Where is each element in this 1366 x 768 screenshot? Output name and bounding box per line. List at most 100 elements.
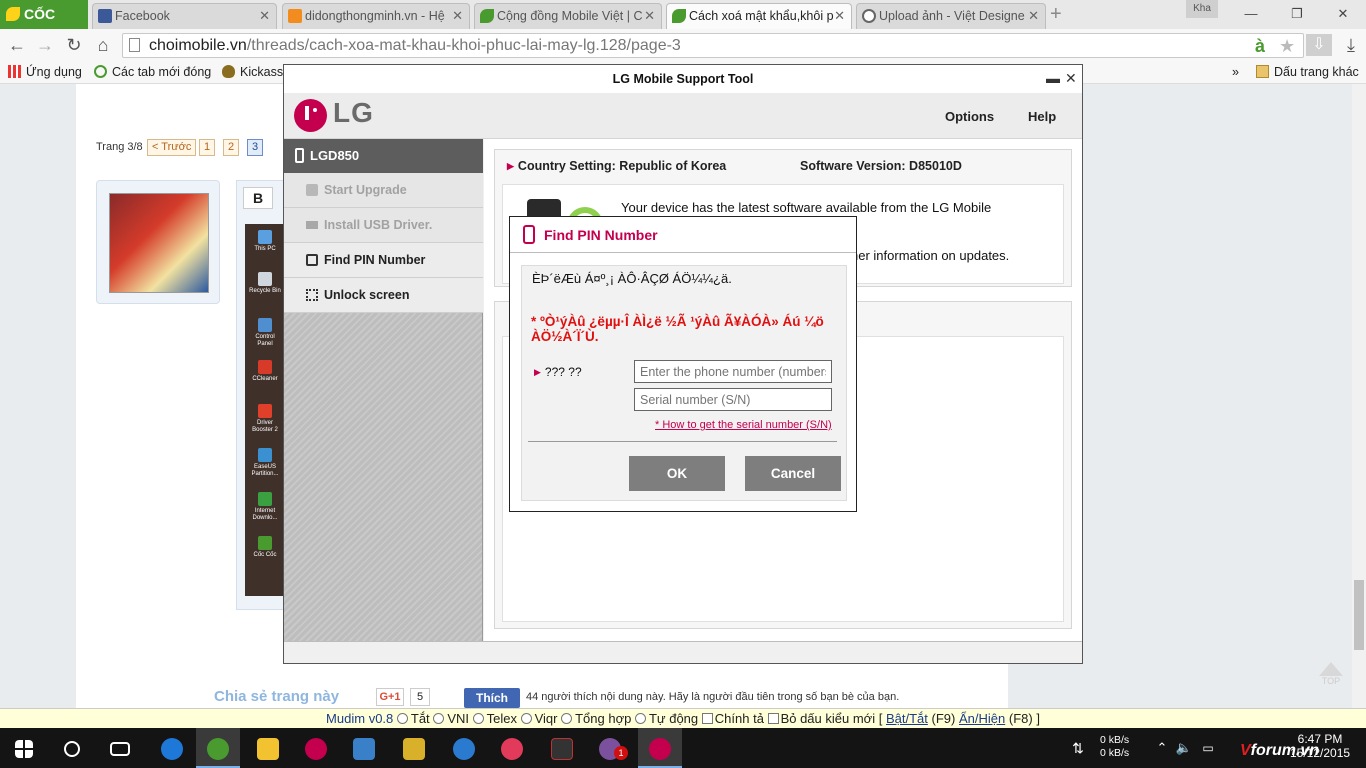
taskbar-app-blue[interactable] (442, 728, 486, 768)
sidebar-item-install-usb-driver[interactable]: Install USB Driver. (284, 208, 483, 243)
showhide-link[interactable]: Ẩn/Hiện (959, 711, 1005, 726)
taskbar-downloader[interactable] (342, 728, 386, 768)
home-button[interactable]: ⌂ (92, 34, 114, 56)
close-icon[interactable]: ✕ (834, 4, 845, 28)
mode-tong-hop[interactable]: Tổng hợp (561, 711, 631, 726)
facebook-icon (98, 9, 112, 23)
bold-button[interactable]: B (243, 187, 273, 209)
taskbar-itunes[interactable] (490, 728, 534, 768)
sidebar-item-start-upgrade[interactable]: Start Upgrade (284, 173, 483, 208)
pager-page-1[interactable]: 1 (199, 139, 216, 156)
mode-vni[interactable]: VNI (433, 711, 469, 726)
tab-active-choimobile[interactable]: Cách xoá mật khẩu,khôi p ✕ (666, 3, 852, 29)
page-scrollbar[interactable] (1352, 84, 1366, 708)
bookmark-recent-tabs[interactable]: Các tab mới đóng (94, 65, 211, 79)
close-icon[interactable]: ✕ (644, 4, 655, 28)
globe-icon (862, 9, 876, 23)
google-plus-button[interactable]: G+1 (376, 688, 404, 706)
recent-tabs-icon (94, 65, 107, 78)
bookmark-apps[interactable]: Ứng dụng (8, 65, 82, 79)
phone-number-input[interactable] (634, 360, 832, 383)
tab-upload-anh[interactable]: Upload ảnh - Việt Designe ✕ (856, 3, 1046, 29)
upgrade-icon (306, 184, 318, 196)
bookmarks-overflow[interactable]: » (1232, 65, 1239, 79)
keyboard-icon[interactable]: ▭ (1196, 728, 1220, 768)
coccoc-logo[interactable]: CỐC CỐC (0, 0, 88, 51)
reload-button[interactable]: ↻ (63, 34, 85, 56)
menu-help[interactable]: Help (1028, 109, 1056, 124)
share-bar: Chia sẻ trang này G+1 5 Thích 44 người t… (214, 686, 932, 708)
scrollbar-thumb[interactable] (1354, 580, 1364, 650)
mode-telex[interactable]: Telex (472, 711, 517, 726)
cortana-circle-icon (64, 741, 80, 758)
folder-icon (1256, 65, 1269, 78)
serial-number-input[interactable] (634, 388, 832, 411)
cancel-button[interactable]: Cancel (745, 456, 841, 491)
task-view-button[interactable] (98, 728, 142, 768)
volume-icon[interactable]: 🔈 (1172, 728, 1196, 768)
mode-tu-dong[interactable]: Tự động (634, 711, 698, 726)
close-icon[interactable]: ✕ (1028, 4, 1039, 28)
close-icon[interactable]: ✕ (259, 4, 270, 28)
mudim-input-bar: Mudim v0.8 Tắt VNI Telex Viqr Tổng hợp T… (0, 708, 1366, 728)
tray-up-down-icon[interactable]: ⇅ (1056, 728, 1100, 768)
star-icon[interactable]: ★ (1279, 36, 1295, 57)
new-tab-button[interactable]: + (1050, 3, 1062, 26)
menu-options[interactable]: Options (945, 109, 994, 124)
taskbar-viber[interactable]: 1 (588, 728, 632, 768)
close-window-button[interactable]: ✕ (1320, 0, 1366, 29)
taskbar-edge[interactable] (150, 728, 194, 768)
option-bo-dau[interactable]: Bỏ dấu kiểu mới (767, 711, 875, 726)
ok-button[interactable]: OK (629, 456, 725, 491)
sidebar-item-find-pin-number[interactable]: Find PIN Number (284, 243, 483, 278)
edge-icon (161, 738, 183, 761)
desktop-icon-idm: Internet Downlo... (249, 492, 281, 522)
option-chinh-ta[interactable]: Chính tả (701, 711, 764, 726)
bookmark-kickass[interactable]: Kickass (222, 65, 283, 79)
tab-didongthongminh[interactable]: didongthongminh.vn - Hệ ✕ (282, 3, 470, 29)
close-button[interactable]: ✕ (1065, 65, 1077, 93)
site-icon (288, 9, 302, 23)
back-button[interactable]: ← (6, 34, 28, 56)
taskbar-app-yellow[interactable] (392, 728, 436, 768)
pager-page-3[interactable]: 3 (247, 139, 264, 156)
scroll-to-top-button[interactable]: TOP (1316, 662, 1346, 696)
taskbar-app-dark[interactable] (540, 728, 584, 768)
taskbar-file-explorer[interactable] (246, 728, 290, 768)
desktop-icon-ccleaner: CCleaner (249, 360, 281, 383)
download-button[interactable]: ⇩ (1306, 34, 1332, 56)
close-icon[interactable]: ✕ (452, 4, 463, 28)
mode-viqr[interactable]: Viqr (520, 711, 557, 726)
sidebar-item-unlock-screen[interactable]: Unlock screen (284, 278, 483, 313)
serial-help-link[interactable]: * How to get the serial number (S/N) (655, 419, 832, 431)
download-tray-icon[interactable]: ⤓ (1340, 34, 1362, 56)
avatar[interactable] (109, 193, 209, 293)
mode-tat[interactable]: Tắt (396, 711, 430, 726)
pager-label: Trang 3/8 (96, 141, 143, 153)
minimize-button[interactable]: ▬ (1046, 65, 1060, 93)
bookmark-other-folder[interactable]: Dấu trang khác (1256, 65, 1359, 79)
minimize-button[interactable]: — (1228, 0, 1274, 29)
app-icon (453, 738, 475, 761)
tab-facebook[interactable]: Facebook ✕ (92, 3, 277, 29)
forward-button[interactable]: → (34, 34, 56, 56)
tray-up-arrow-icon[interactable]: ⌃ (1150, 728, 1174, 768)
tab-label: Upload ảnh - Việt Designe (879, 9, 1025, 23)
taskbar-lg-app[interactable] (294, 728, 338, 768)
search-button[interactable] (50, 728, 94, 768)
pager-page-2[interactable]: 2 (223, 139, 240, 156)
browser-tab-bar: CỐC CỐC Facebook ✕ didongthongminh.vn - … (0, 0, 1366, 51)
toggle-link[interactable]: Bật/Tắt (886, 711, 928, 726)
pager-prev[interactable]: < Trước (147, 139, 197, 156)
address-bar[interactable]: choimobile.vn/threads/cach-xoa-mat-khau-… (122, 33, 1304, 58)
translate-icon[interactable]: à (1255, 36, 1265, 57)
facebook-like-button[interactable]: Thích (464, 688, 520, 708)
restore-button[interactable]: ❐ (1274, 0, 1320, 29)
taskbar-lg-support-tool[interactable] (638, 728, 682, 768)
start-button[interactable] (2, 728, 46, 768)
tab-mobile-viet[interactable]: Cộng đồng Mobile Việt | C ✕ (474, 3, 662, 29)
taskbar-coccoc[interactable] (196, 728, 240, 768)
user-profile-badge[interactable]: Kha (1186, 0, 1218, 18)
browser-toolbar: ← → ↻ ⌂ choimobile.vn/threads/cach-xoa-m… (0, 29, 1366, 62)
lg-status-bar (284, 641, 1082, 663)
